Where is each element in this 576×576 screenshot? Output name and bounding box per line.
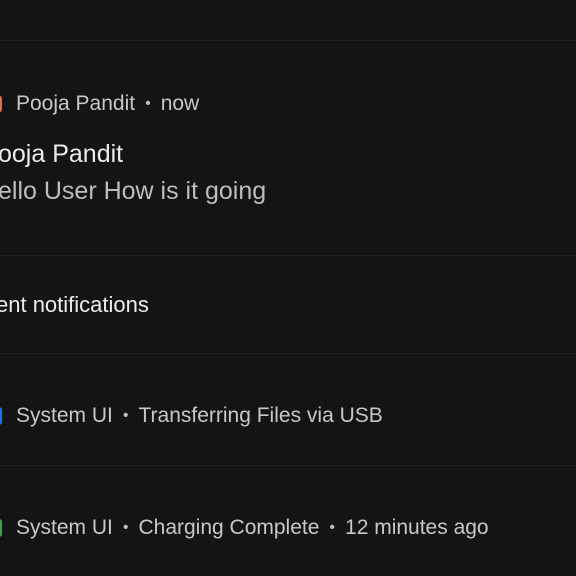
notification-time: 12 minutes ago (345, 516, 489, 539)
notification-message: ello User How is it going (0, 177, 267, 205)
notification-text: Charging Complete (138, 516, 320, 539)
notification-shade: Pooja Pandit • now ooja Pandit ello User… (0, 0, 576, 576)
section-header: ent notifications (0, 292, 149, 317)
divider (0, 255, 576, 256)
app-name: System UI (16, 516, 113, 539)
notification-charging[interactable]: System UI • Charging Complete • 12 minut… (0, 466, 576, 576)
app-name: System UI (16, 404, 113, 427)
notification-usb[interactable]: System UI • Transferring Files via USB (0, 354, 576, 465)
notification-time: now (160, 92, 200, 115)
separator-dot: • (122, 407, 129, 424)
battery-icon (0, 519, 2, 537)
separator-dot: • (145, 95, 151, 112)
sender-name: Pooja Pandit (16, 92, 136, 115)
separator-dot: • (122, 519, 129, 536)
conversation-notification[interactable]: Pooja Pandit • now ooja Pandit ello User… (0, 41, 576, 255)
separator-dot: • (329, 519, 336, 536)
notification-text: Transferring Files via USB (138, 404, 383, 427)
avatar-icon (0, 95, 2, 113)
usb-icon (0, 407, 2, 425)
notification-title: ooja Pandit (0, 140, 124, 168)
